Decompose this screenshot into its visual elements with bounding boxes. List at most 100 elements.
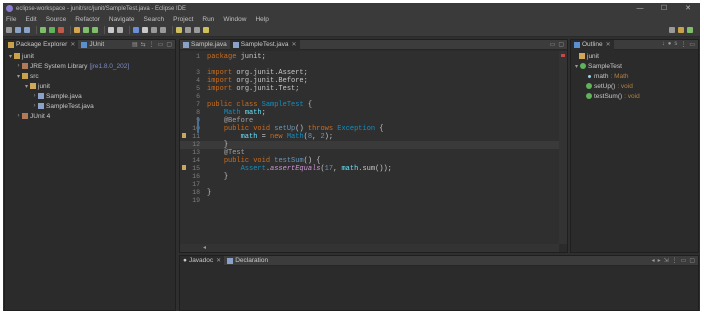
collapse-all-icon[interactable]: ▤ — [132, 41, 138, 48]
close-button[interactable]: ✕ — [676, 3, 700, 14]
annotation-icon[interactable] — [142, 27, 148, 33]
tab-sample-java[interactable]: Sample.java — [180, 40, 230, 50]
tab-junit[interactable]: JUnit — [78, 40, 107, 50]
tree-item-jre-library[interactable]: › JRE System Library [jre1.8.0_202] — [5, 61, 175, 71]
close-tab-icon[interactable]: ✕ — [216, 257, 221, 264]
editor-vertical-scrollbar[interactable] — [559, 51, 567, 244]
code-text: { — [375, 125, 384, 133]
next-annotation-icon[interactable] — [151, 27, 157, 33]
minimize-button[interactable]: — — [628, 3, 652, 14]
outline-item-package[interactable]: junit — [571, 51, 698, 61]
new-class-icon[interactable] — [92, 27, 98, 33]
save-all-icon[interactable] — [24, 27, 30, 33]
view-menu-icon[interactable]: ⋮ — [672, 257, 678, 264]
keyword: public — [223, 157, 250, 165]
search-icon[interactable] — [117, 27, 123, 33]
maximize-view-icon[interactable]: ▢ — [166, 41, 172, 48]
method-name: testSum — [270, 157, 304, 165]
outline-item-field[interactable]: math : Math — [571, 71, 698, 81]
close-tab-icon[interactable]: ✕ — [606, 41, 611, 48]
outline-item-method[interactable]: testSum() : void — [571, 91, 698, 101]
save-icon[interactable] — [15, 27, 21, 33]
previous-annotation-icon[interactable] — [160, 27, 166, 33]
expand-arrow-icon[interactable]: › — [15, 63, 22, 69]
open-declaration-icon[interactable]: ⇲ — [664, 257, 669, 264]
forward-icon[interactable]: ▸ — [658, 257, 661, 264]
maximize-button[interactable]: ☐ — [652, 3, 676, 14]
tree-item-sampletest-java[interactable]: › SampleTest.java — [5, 101, 175, 111]
new-java-project-icon[interactable] — [74, 27, 80, 33]
outline-icon — [574, 41, 580, 48]
scroll-left-icon[interactable]: ◂ — [203, 245, 206, 251]
expand-arrow-icon[interactable]: › — [15, 113, 22, 119]
overview-error-marker[interactable] — [561, 54, 565, 57]
code-line: 9 @Before — [180, 117, 559, 125]
tab-package-explorer[interactable]: Package Explorer ✕ — [5, 39, 79, 50]
minimize-view-icon[interactable]: ▭ — [550, 41, 556, 48]
link-editor-icon[interactable]: ⇆ — [141, 41, 146, 48]
hide-static-icon[interactable]: s — [674, 41, 677, 48]
new-package-icon[interactable] — [83, 27, 89, 33]
minimize-view-icon[interactable]: ▭ — [689, 41, 695, 48]
debug-perspective-icon[interactable] — [687, 27, 693, 33]
expand-arrow-icon[interactable]: ▾ — [23, 83, 30, 90]
error-marker-icon[interactable] — [182, 165, 186, 170]
new-icon[interactable] — [6, 27, 12, 33]
external-tools-icon[interactable] — [58, 27, 64, 33]
menu-refactor[interactable]: Refactor — [75, 16, 100, 23]
expand-arrow-icon[interactable]: ▾ — [7, 53, 14, 60]
run-icon[interactable] — [49, 27, 55, 33]
sort-icon[interactable]: ↓ — [662, 41, 665, 48]
menu-project[interactable]: Project — [173, 16, 193, 23]
tree-item-project-junit[interactable]: ▾ junit — [5, 51, 175, 61]
toggle-mark-icon[interactable] — [133, 27, 139, 33]
menu-help[interactable]: Help — [255, 16, 268, 23]
expand-arrow-icon[interactable]: › — [31, 93, 38, 99]
menu-window[interactable]: Window — [223, 16, 246, 23]
debug-icon[interactable] — [40, 27, 46, 33]
forward-icon[interactable] — [194, 27, 200, 33]
expand-arrow-icon[interactable]: › — [31, 103, 38, 109]
menu-file[interactable]: File — [6, 16, 16, 23]
menu-search[interactable]: Search — [144, 16, 165, 23]
tab-outline[interactable]: Outline ✕ — [571, 39, 614, 50]
back-icon[interactable]: ◂ — [652, 257, 655, 264]
code-line: 8 Math math; — [180, 109, 559, 117]
expand-arrow-icon[interactable]: ▾ — [15, 73, 22, 80]
menu-source[interactable]: Source — [46, 16, 67, 23]
hide-fields-icon[interactable]: ● — [668, 41, 672, 48]
pin-icon[interactable] — [203, 27, 209, 33]
last-edit-icon[interactable] — [176, 27, 182, 33]
code-editor[interactable]: 1 package junit; 3 import org.junit.Asse… — [180, 51, 559, 244]
open-type-icon[interactable] — [108, 27, 114, 33]
outline-item-class[interactable]: ▾ SampleTest — [571, 61, 698, 71]
minimize-view-icon[interactable]: ▭ — [158, 41, 164, 48]
menu-run[interactable]: Run — [202, 16, 214, 23]
maximize-view-icon[interactable]: ▢ — [689, 257, 695, 264]
tree-item-src[interactable]: ▾ src — [5, 71, 175, 81]
tab-declaration[interactable]: Declaration — [224, 256, 271, 266]
back-icon[interactable] — [185, 27, 191, 33]
outline-item-method[interactable]: setUp() : void — [571, 81, 698, 91]
menu-edit[interactable]: Edit — [25, 16, 36, 23]
field-name: math — [240, 109, 262, 117]
type-name: Math — [282, 133, 304, 141]
quick-access-icon[interactable] — [669, 27, 675, 33]
close-tab-icon[interactable]: ✕ — [291, 41, 296, 48]
tree-item-junit4[interactable]: › JUnit 4 — [5, 111, 175, 121]
maximize-view-icon[interactable]: ▢ — [558, 41, 564, 48]
tree-item-sample-java[interactable]: › Sample.java — [5, 91, 175, 101]
close-tab-icon[interactable]: ✕ — [70, 41, 75, 48]
expand-arrow-icon[interactable]: ▾ — [573, 63, 580, 70]
tab-sampletest-java[interactable]: SampleTest.java ✕ — [229, 39, 300, 50]
tab-javadoc[interactable]: ● Javadoc ✕ — [180, 255, 225, 266]
tree-item-package-junit[interactable]: ▾ junit — [5, 81, 175, 91]
menu-navigate[interactable]: Navigate — [109, 16, 135, 23]
view-menu-icon[interactable]: ⋮ — [680, 41, 686, 48]
editor-horizontal-scrollbar[interactable]: ◂ — [180, 244, 559, 252]
source-folder-icon — [22, 73, 28, 79]
minimize-view-icon[interactable]: ▭ — [681, 257, 687, 264]
error-marker-icon[interactable] — [182, 133, 186, 138]
view-menu-icon[interactable]: ⋮ — [149, 41, 155, 48]
java-perspective-icon[interactable] — [678, 27, 684, 33]
